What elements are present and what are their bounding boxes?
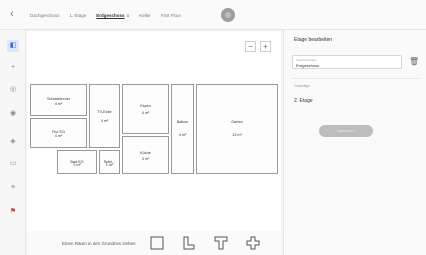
tab-dachgeschoss[interactable]: Dachgeschoss	[30, 13, 60, 18]
room-balkon[interactable]: Balkon 4 m²	[171, 84, 194, 174]
room-area: 3 m²	[141, 156, 150, 161]
back-chevron-icon[interactable]: ‹	[10, 8, 14, 20]
suggestion-option[interactable]: 2. Etage	[294, 98, 313, 104]
panel-title: Etage bearbeiten	[294, 37, 333, 43]
t-shape-room-icon[interactable]	[213, 235, 229, 251]
floor-tabs: Dachgeschoss 1. Etage Erdgeschoss ≡ Kelle…	[30, 0, 191, 30]
room-area: 13 m²	[232, 133, 242, 138]
room-name: Schlafzimmer	[47, 97, 70, 101]
l-shape-room-icon[interactable]	[181, 235, 197, 251]
room-name: TV-Ecke	[97, 109, 112, 114]
zoom-in-button[interactable]: +	[260, 41, 271, 52]
room-spielzimmer[interactable]: Spiel... 1 m²	[99, 150, 120, 174]
room-kueche[interactable]: Küche 3 m²	[122, 136, 169, 174]
suggestions-label: Vorschläge	[294, 84, 310, 88]
floor-name-field[interactable]: Geschossname Erdgeschoss	[292, 55, 402, 69]
room-area: 1 m²	[105, 163, 114, 168]
room-shapes-bar: Einen Raum in den Grundriss ziehen	[27, 231, 281, 255]
room-area: 4 m²	[100, 119, 109, 124]
room-name: Küche	[140, 151, 151, 156]
shield-tool-icon[interactable]: ◈	[7, 136, 19, 148]
zoom-out-button[interactable]: −	[245, 41, 256, 52]
room-bad-eg[interactable]: Bad EG 2 m²	[57, 150, 97, 174]
room-name: Balkon	[176, 120, 189, 125]
floor-plan-canvas[interactable]: − + Schlafzimmer 4 m² TV-Ecke 4 m² Essen…	[27, 31, 281, 231]
room-garten[interactable]: Garten 13 m²	[196, 84, 278, 174]
divider	[292, 78, 419, 79]
tab-keller[interactable]: Keller	[139, 13, 151, 18]
room-name: Garten	[231, 120, 243, 125]
tag-tool-icon[interactable]: ⚑	[7, 206, 19, 218]
floor-edit-panel: Etage bearbeiten Geschossname Erdgeschos…	[283, 30, 426, 255]
target-tool-icon[interactable]: ◉	[7, 108, 19, 120]
save-button[interactable]: Speichern	[319, 125, 373, 137]
cross-shape-room-icon[interactable]	[245, 235, 261, 251]
room-flur-eg[interactable]: Flur EG 4 m²	[30, 118, 87, 148]
tab-erdgeschoss[interactable]: Erdgeschoss ≡	[96, 13, 129, 18]
tab-1-etage[interactable]: 1. Etage	[70, 13, 87, 18]
layers-tool-icon[interactable]: ≡	[7, 182, 19, 194]
field-label: Geschossname	[296, 58, 317, 62]
tab-label: Erdgeschoss	[96, 12, 125, 18]
left-toolbar: ◧ + ◎ ◉ ◈ ▭ ≡ ⚑	[0, 30, 26, 255]
add-floor-icon[interactable]	[221, 8, 235, 22]
trash-icon[interactable]: 🗑	[409, 56, 419, 68]
field-value: Erdgeschoss	[296, 63, 320, 68]
add-tool-icon[interactable]: +	[7, 62, 19, 74]
room-area: 4 m²	[178, 133, 187, 138]
menu-icon[interactable]: ≡	[127, 13, 130, 18]
room-name: Essen	[140, 104, 151, 109]
circle-tool-icon[interactable]: ◎	[7, 84, 19, 96]
drag-room-hint: Einen Raum in den Grundriss ziehen	[62, 241, 136, 246]
room-area: 4 m²	[141, 111, 150, 116]
select-tool-icon[interactable]: ◧	[7, 40, 19, 52]
room-area: 4 m²	[54, 101, 63, 106]
room-area: 2 m²	[73, 163, 81, 168]
square-room-icon[interactable]	[149, 235, 165, 251]
room-schlafzimmer[interactable]: Schlafzimmer 4 m²	[30, 84, 87, 116]
room-tv-ecke[interactable]: TV-Ecke 4 m²	[89, 84, 120, 148]
room-area: 4 m²	[54, 134, 63, 139]
top-bar: ‹ Dachgeschoss 1. Etage Erdgeschoss ≡ Kel…	[0, 0, 426, 30]
image-tool-icon[interactable]: ▭	[7, 158, 19, 170]
tab-first-floor[interactable]: First Floor	[161, 13, 181, 18]
room-essen[interactable]: Essen 4 m²	[122, 84, 169, 134]
